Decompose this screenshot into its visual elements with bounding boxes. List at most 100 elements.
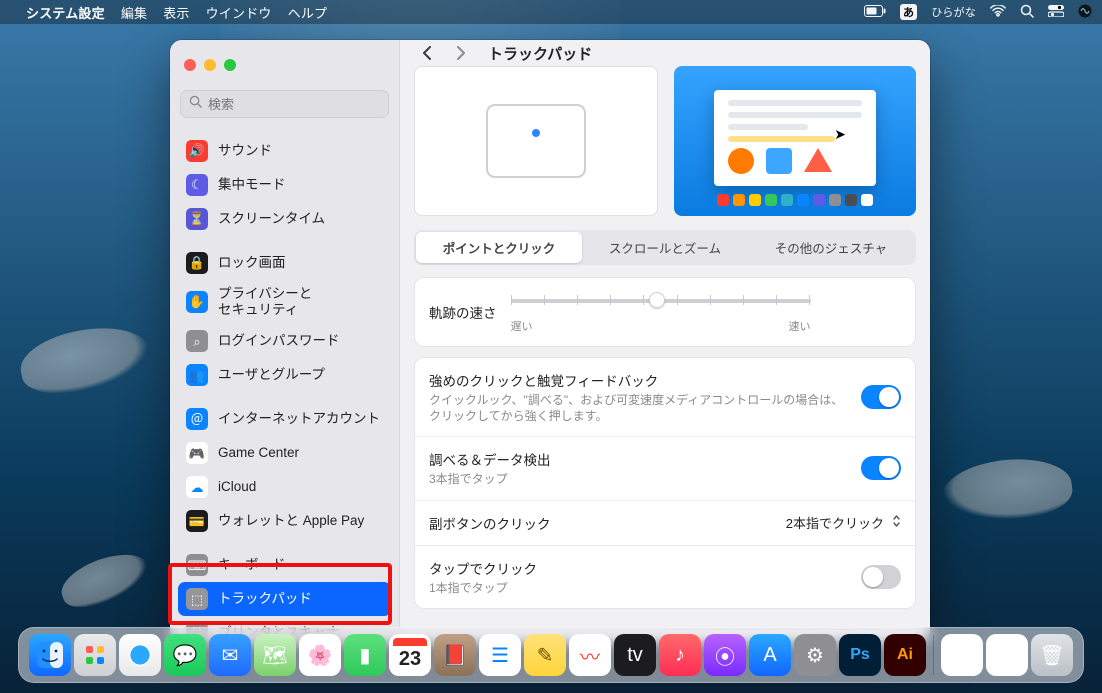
app-menu[interactable]: システム設定 <box>26 3 105 22</box>
dock-finder[interactable] <box>29 634 71 676</box>
nav-forward-button[interactable] <box>448 40 474 66</box>
dock-contacts[interactable]: 📕 <box>434 634 476 676</box>
wifi-icon[interactable] <box>990 5 1006 20</box>
secondary-click-value: 2本指でクリック <box>786 513 884 532</box>
tab-more-gestures[interactable]: その他のジェスチャ <box>748 232 914 263</box>
dock-notes[interactable]: ✎ <box>524 634 566 676</box>
cursor-icon: ➤ <box>834 126 846 143</box>
lookup-desc: 3本指でタップ <box>429 472 847 488</box>
dock-photos[interactable]: 🌸 <box>299 634 341 676</box>
speaker-icon: 🔊 <box>186 140 208 162</box>
window-minimize-button[interactable] <box>204 59 216 71</box>
wallet-icon: 💳 <box>186 510 208 532</box>
tap-to-click-title: タップでクリック <box>429 558 847 578</box>
dock-mail[interactable]: ✉︎ <box>209 634 251 676</box>
ime-badge[interactable]: あ <box>900 4 917 20</box>
search-input[interactable] <box>208 97 384 112</box>
trackpad-icon: ⬚ <box>186 588 208 610</box>
lock-icon: 🔒 <box>186 252 208 274</box>
tab-point-and-click[interactable]: ポイントとクリック <box>416 232 582 263</box>
dock-tv[interactable]: tv <box>614 634 656 676</box>
sidebar-item-screentime[interactable]: ⏳スクリーンタイム <box>178 202 391 236</box>
slider-min-label: 遅い <box>511 318 533 334</box>
sidebar-item-icloud[interactable]: ☁︎iCloud <box>178 470 391 504</box>
sidebar-item-inet[interactable]: ＠ インターネットアカウント <box>178 402 391 436</box>
spotlight-icon[interactable] <box>1020 4 1034 21</box>
trackpad-glyph <box>486 104 586 178</box>
sidebar-item-trackpad[interactable]: ⬚ トラックパッド <box>178 582 391 616</box>
battery-icon[interactable] <box>864 5 886 20</box>
sidebar-item-focus[interactable]: ☾集中モード <box>178 168 391 202</box>
at-icon: ＠ <box>186 408 208 430</box>
sidebar-item-lock[interactable]: 🔒ロック画面 <box>178 246 391 280</box>
secondary-click-title: 副ボタンのクリック <box>429 513 772 533</box>
lookup-title: 調べる＆データ検出 <box>429 449 847 469</box>
slider-max-label: 速い <box>789 318 811 334</box>
content-pane: トラックパッド ➤ <box>400 40 930 643</box>
sidebar-item-label: キーボード <box>218 557 383 573</box>
dock-recent-2[interactable] <box>986 634 1028 676</box>
dock-facetime[interactable]: ▮ <box>344 634 386 676</box>
tab-scroll-and-zoom[interactable]: スクロールとズーム <box>582 232 748 263</box>
sidebar-item-users[interactable]: 👥 ユーザとグループ <box>178 358 391 392</box>
lookup-switch[interactable] <box>861 456 901 480</box>
dock-recent-1[interactable] <box>941 634 983 676</box>
gc-icon: 🎮 <box>186 442 208 464</box>
sidebar-item-login[interactable]: ⌕ログインパスワード <box>178 324 391 358</box>
siri-icon[interactable] <box>1078 4 1092 21</box>
sidebar-item-keyboard[interactable]: ⌨︎ キーボード <box>178 548 391 582</box>
search-field[interactable] <box>180 90 389 118</box>
force-click-desc: クイックルック、"調べる"、および可変速度メディアコントロールの場合は、クリック… <box>429 393 847 424</box>
search-icon <box>189 95 202 113</box>
hourglass-icon: ⏳ <box>186 208 208 230</box>
calendar-day: 23 <box>399 648 421 671</box>
keyboard-icon: ⌨︎ <box>186 554 208 576</box>
window-close-button[interactable] <box>184 59 196 71</box>
sidebar: 🔊 サウンド ☾集中モード⏳スクリーンタイム 🔒ロック画面✋プライバシーと セキュリテ… <box>170 40 400 643</box>
dock-freeform[interactable]: 〰︎ <box>569 634 611 676</box>
sidebar-item-label: サウンド <box>218 143 383 159</box>
menu-edit[interactable]: 編集 <box>121 3 147 22</box>
force-click-switch[interactable] <box>861 385 901 409</box>
menu-window[interactable]: ウインドウ <box>206 3 272 22</box>
nav-back-button[interactable] <box>414 40 440 66</box>
people-icon: 👥 <box>186 364 208 386</box>
sidebar-item-gc[interactable]: 🎮 Game Center <box>178 436 391 470</box>
dock-illustrator[interactable]: Ai <box>884 634 926 676</box>
tracking-speed-slider[interactable] <box>511 290 811 314</box>
dock: 💬 ✉︎ 🗺︎ 🌸 ▮ 23 📕 ☰ ✎ 〰︎ tv ♪ ⦿ A ⚙︎ Ps A… <box>18 627 1084 683</box>
ime-label: ひらがな <box>931 4 976 20</box>
window-zoom-button[interactable] <box>224 59 236 71</box>
sidebar-item-label: Game Center <box>218 445 383 461</box>
sidebar-item-wallet[interactable]: 💳ウォレットと Apple Pay <box>178 504 391 538</box>
tab-segmented-control[interactable]: ポイントとクリック スクロールとズーム その他のジェスチャ <box>414 230 916 265</box>
sidebar-item-sound[interactable]: 🔊 サウンド <box>178 134 391 168</box>
tap-to-click-desc: 1本指でタップ <box>429 581 847 597</box>
menu-view[interactable]: 表示 <box>163 3 189 22</box>
dock-appstore[interactable]: A <box>749 634 791 676</box>
dock-photoshop[interactable]: Ps <box>839 634 881 676</box>
dock-system-settings[interactable]: ⚙︎ <box>794 634 836 676</box>
sidebar-item-privacy[interactable]: ✋プライバシーと セキュリティ <box>178 280 391 324</box>
dock-reminders[interactable]: ☰ <box>479 634 521 676</box>
dock-maps[interactable]: 🗺︎ <box>254 634 296 676</box>
secondary-click-popup[interactable]: 2本指でクリック <box>786 513 901 532</box>
sidebar-item-label: プライバシーと セキュリティ <box>218 286 383 318</box>
page-title: トラックパッド <box>488 43 592 64</box>
dock-trash[interactable]: 🗑︎ <box>1031 634 1073 676</box>
trackpad-preview <box>414 66 658 216</box>
sidebar-item-label: ユーザとグループ <box>218 367 383 383</box>
sidebar-item-label: トラックパッド <box>218 591 383 607</box>
dock-safari[interactable] <box>119 634 161 676</box>
dock-podcasts[interactable]: ⦿ <box>704 634 746 676</box>
system-settings-window: 🔊 サウンド ☾集中モード⏳スクリーンタイム 🔒ロック画面✋プライバシーと セキュリテ… <box>170 40 930 643</box>
dock-music[interactable]: ♪ <box>659 634 701 676</box>
dock-calendar[interactable]: 23 <box>389 634 431 676</box>
moon-icon: ☾ <box>186 174 208 196</box>
sidebar-item-label: インターネットアカウント <box>218 411 383 427</box>
menu-help[interactable]: ヘルプ <box>288 3 328 22</box>
dock-messages[interactable]: 💬 <box>164 634 206 676</box>
dock-launchpad[interactable] <box>74 634 116 676</box>
control-center-icon[interactable] <box>1048 5 1064 20</box>
tap-to-click-switch[interactable] <box>861 565 901 589</box>
